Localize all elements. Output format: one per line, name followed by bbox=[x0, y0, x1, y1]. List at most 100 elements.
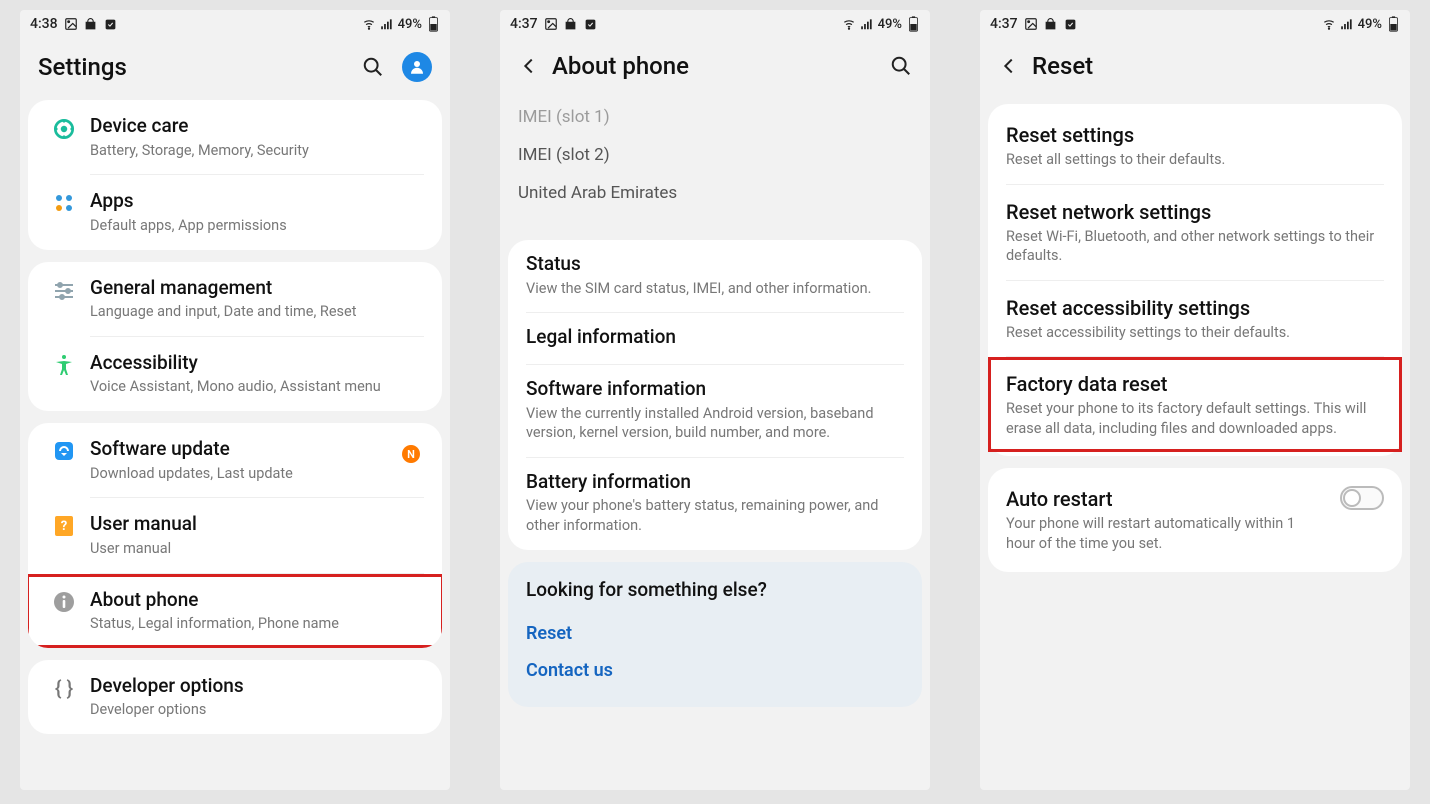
item-title: Legal information bbox=[526, 325, 904, 350]
device-care-icon bbox=[46, 116, 82, 142]
reset-item-settings[interactable]: Reset settings Reset all settings to the… bbox=[1006, 108, 1384, 184]
settings-item-about-phone[interactable]: About phone Status, Legal information, P… bbox=[28, 574, 442, 648]
status-bar: 4:38 49% bbox=[20, 10, 450, 38]
search-icon[interactable] bbox=[362, 56, 384, 78]
new-badge: N bbox=[402, 445, 420, 463]
about-item-battery[interactable]: Battery information View your phone's ba… bbox=[508, 458, 922, 550]
about-item-legal[interactable]: Legal information bbox=[508, 313, 922, 364]
search-icon[interactable] bbox=[890, 55, 912, 77]
settings-card: Software update Download updates, Last u… bbox=[28, 423, 442, 648]
battery-percent: 49% bbox=[398, 17, 422, 32]
item-sub: Default apps, App permissions bbox=[90, 216, 424, 236]
wifi-icon bbox=[362, 17, 376, 31]
settings-item-developer-options[interactable]: { } Developer options Developer options bbox=[28, 660, 442, 734]
reset-item-network[interactable]: Reset network settings Reset Wi-Fi, Blue… bbox=[1006, 185, 1384, 280]
settings-item-software-update[interactable]: Software update Download updates, Last u… bbox=[28, 423, 442, 497]
item-sub: Reset your phone to its factory default … bbox=[1006, 399, 1384, 438]
accessibility-icon bbox=[46, 353, 82, 377]
sliders-icon bbox=[46, 278, 82, 302]
page-title: Settings bbox=[38, 53, 127, 81]
signal-icon bbox=[1340, 17, 1354, 31]
check-badge-icon bbox=[584, 17, 598, 31]
item-title: Reset network settings bbox=[1006, 199, 1384, 225]
update-icon bbox=[46, 439, 82, 463]
bag-icon bbox=[564, 17, 578, 31]
item-title: Accessibility bbox=[90, 351, 424, 376]
reset-item-accessibility[interactable]: Reset accessibility settings Reset acces… bbox=[1006, 281, 1384, 357]
settings-header: Settings bbox=[20, 38, 450, 100]
item-sub: View the currently installed Android ver… bbox=[526, 404, 904, 443]
item-title: Software update bbox=[90, 437, 424, 462]
item-sub: Voice Assistant, Mono audio, Assistant m… bbox=[90, 377, 424, 397]
item-title: General management bbox=[90, 276, 424, 301]
settings-card: { } Developer options Developer options bbox=[28, 660, 442, 734]
braces-icon: { } bbox=[46, 676, 82, 700]
item-title: Developer options bbox=[90, 674, 424, 699]
manual-icon: ? bbox=[46, 514, 82, 538]
bag-icon bbox=[84, 17, 98, 31]
item-title: Status bbox=[526, 252, 904, 277]
reset-link[interactable]: Reset bbox=[508, 615, 922, 652]
status-bar: 4:37 49% bbox=[980, 10, 1410, 38]
item-title: Factory data reset bbox=[1006, 371, 1384, 397]
reset-item-factory[interactable]: Factory data reset Reset your phone to i… bbox=[988, 357, 1402, 452]
profile-icon[interactable] bbox=[402, 52, 432, 82]
settings-item-user-manual[interactable]: ? User manual User manual bbox=[28, 498, 442, 572]
info-line[interactable]: IMEI (slot 1) bbox=[518, 98, 912, 136]
item-sub: Status, Legal information, Phone name bbox=[90, 614, 424, 634]
svg-text:?: ? bbox=[61, 519, 67, 534]
about-item-software[interactable]: Software information View the currently … bbox=[508, 365, 922, 457]
item-title: Apps bbox=[90, 189, 424, 214]
battery-icon bbox=[426, 17, 440, 31]
auto-restart-toggle[interactable] bbox=[1340, 486, 1384, 510]
page-title: About phone bbox=[552, 52, 689, 80]
item-sub: Language and input, Date and time, Reset bbox=[90, 302, 424, 322]
wifi-icon bbox=[1322, 17, 1336, 31]
item-title: Battery information bbox=[526, 470, 904, 495]
item-sub: Battery, Storage, Memory, Security bbox=[90, 141, 424, 161]
reset-item-auto-restart[interactable]: Auto restart Your phone will restart aut… bbox=[1006, 472, 1384, 567]
item-title: Reset accessibility settings bbox=[1006, 295, 1384, 321]
battery-percent: 49% bbox=[1358, 17, 1382, 32]
settings-card: General management Language and input, D… bbox=[28, 262, 442, 412]
info-line[interactable]: United Arab Emirates bbox=[518, 174, 912, 212]
contact-us-link[interactable]: Contact us bbox=[526, 652, 904, 689]
item-sub: View the SIM card status, IMEI, and othe… bbox=[526, 279, 904, 299]
bag-icon bbox=[1044, 17, 1058, 31]
about-card: Status View the SIM card status, IMEI, a… bbox=[508, 240, 922, 550]
item-sub: Reset Wi-Fi, Bluetooth, and other networ… bbox=[1006, 227, 1384, 266]
info-lines: IMEI (slot 1) IMEI (slot 2) United Arab … bbox=[500, 98, 930, 220]
screen-settings: 4:38 49% Settings bbox=[20, 10, 450, 790]
reset-options-card: Reset settings Reset all settings to the… bbox=[988, 104, 1402, 456]
page-title: Reset bbox=[1032, 52, 1093, 80]
item-title: Software information bbox=[526, 377, 904, 402]
settings-item-accessibility[interactable]: Accessibility Voice Assistant, Mono audi… bbox=[28, 337, 442, 411]
item-sub: Download updates, Last update bbox=[90, 464, 424, 484]
item-sub: Developer options bbox=[90, 700, 424, 720]
settings-card: Device care Battery, Storage, Memory, Se… bbox=[28, 100, 442, 250]
screen-about-phone: 4:37 49% About phone bbox=[500, 10, 930, 790]
clock: 4:38 bbox=[30, 16, 58, 32]
image-icon bbox=[1024, 17, 1038, 31]
settings-item-apps[interactable]: Apps Default apps, App permissions bbox=[28, 175, 442, 249]
back-icon[interactable] bbox=[998, 55, 1020, 77]
image-icon bbox=[544, 17, 558, 31]
apps-icon bbox=[46, 191, 82, 215]
info-line[interactable]: IMEI (slot 2) bbox=[518, 136, 912, 174]
back-icon[interactable] bbox=[518, 55, 540, 77]
battery-icon bbox=[906, 17, 920, 31]
item-sub: View your phone's battery status, remain… bbox=[526, 496, 904, 535]
looking-title: Looking for something else? bbox=[526, 578, 904, 601]
settings-item-device-care[interactable]: Device care Battery, Storage, Memory, Se… bbox=[28, 100, 442, 174]
item-title: Auto restart bbox=[1006, 486, 1324, 512]
clock: 4:37 bbox=[510, 16, 538, 32]
settings-item-general-management[interactable]: General management Language and input, D… bbox=[28, 262, 442, 336]
status-bar: 4:37 49% bbox=[500, 10, 930, 38]
about-item-status[interactable]: Status View the SIM card status, IMEI, a… bbox=[508, 240, 922, 312]
item-title: Reset settings bbox=[1006, 122, 1384, 148]
auto-restart-card: Auto restart Your phone will restart aut… bbox=[988, 468, 1402, 571]
signal-icon bbox=[860, 17, 874, 31]
item-sub: Reset all settings to their defaults. bbox=[1006, 150, 1384, 170]
battery-icon bbox=[1386, 17, 1400, 31]
image-icon bbox=[64, 17, 78, 31]
